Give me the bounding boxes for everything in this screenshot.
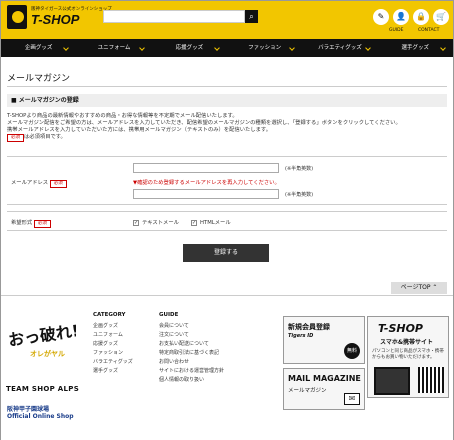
- member-banner-title: 新規会員登録: [288, 323, 330, 331]
- intro-line-3: 携帯メールアドレスを入力していただいた方には、携帯用メールマガジン（テキストのみ…: [7, 127, 271, 133]
- team-shop-alps-logo[interactable]: TEAM SHOP ALPS: [6, 385, 79, 393]
- submit-button[interactable]: 登録する: [183, 244, 269, 262]
- koshien-logo[interactable]: 阪神甲子園球場 Official Online Shop: [7, 406, 74, 420]
- format-required-badge: 必須: [33, 220, 51, 228]
- nav-item-kikaku[interactable]: 企画グッズ: [1, 39, 76, 57]
- email-confirm-note: (※半角英数): [285, 192, 314, 198]
- category-title: CATEGORY: [93, 312, 126, 318]
- footer-guide-item[interactable]: 注文について: [159, 331, 224, 340]
- format-label: 希望形式 必須: [11, 218, 51, 228]
- nav-item-variety[interactable]: バラエティグッズ: [302, 39, 377, 57]
- email-confirm-warning: ▼確認のため登録するメールアドレスを再入力してください。: [133, 180, 280, 186]
- required-note: 必須 は必須項目です。: [7, 134, 447, 142]
- nav-item-ouen[interactable]: 応援グッズ: [152, 39, 227, 57]
- footer-guide: GUIDE 会員について 注文について お支払い配送について 特定商取引法に基づ…: [159, 312, 224, 385]
- format-row: 希望形式 必須 ✓ テキストメール ✓ HTMLメール: [7, 211, 447, 231]
- slogan-logo: おっ破れ! オレがヤル: [6, 316, 80, 366]
- footer-category-item[interactable]: 企画グッズ: [93, 322, 133, 331]
- footer-category-item[interactable]: ファッション: [93, 349, 133, 358]
- search-input[interactable]: [103, 10, 245, 23]
- footer-guide-item[interactable]: 特定商取引法に基づく表記: [159, 349, 224, 358]
- intro-text: T-SHOPより商品の最新情報やおすすめの商品・お得な情報等を不定期でメール配信…: [7, 113, 447, 142]
- html-mail-label: HTMLメール: [200, 220, 231, 226]
- footer-guide-item[interactable]: お問い合わせ: [159, 358, 224, 367]
- envelope-icon: ✉: [344, 393, 360, 405]
- email-input[interactable]: [133, 163, 279, 173]
- nav-item-player[interactable]: 選手グッズ: [378, 39, 453, 57]
- slogan-logo-text: おっ破れ!: [7, 321, 76, 350]
- koshien-line-1: 阪神甲子園球場: [7, 406, 50, 413]
- site-footer: おっ破れ! オレがヤル TEAM SHOP ALPS 阪神甲子園球場 Offic…: [1, 295, 453, 440]
- slogan-logo-subtext: オレがヤル: [30, 349, 65, 358]
- contact-link[interactable]: CONTACT: [418, 28, 439, 33]
- footer-category-item[interactable]: 応援グッズ: [93, 340, 133, 349]
- free-badge: 無料: [344, 343, 360, 359]
- title-divider: [7, 86, 447, 87]
- email-label: メールアドレス 必須: [11, 178, 67, 188]
- intro-line-2: メールマガジン配信をご希望の方は、メールアドレスを入力していただき、配信希望のメ…: [7, 120, 401, 126]
- cart-icon[interactable]: 🛒: [433, 9, 449, 25]
- page-title: メールマガジン: [7, 74, 71, 84]
- koshien-line-2: Official Online Shop: [7, 413, 74, 420]
- email-label-text: メールアドレス: [11, 180, 49, 186]
- pencil-icon[interactable]: ✎: [373, 9, 389, 25]
- email-note: (※半角英数): [285, 166, 314, 172]
- text-mail-checkbox[interactable]: ✓: [133, 219, 139, 226]
- mobile-banner-title: T-SHOP: [378, 322, 423, 335]
- main-nav: 企画グッズ ユニフォーム 応援グッズ ファッション バラエティグッズ 選手グッズ: [1, 39, 453, 57]
- mail-magazine-banner[interactable]: MAIL MAGAZINE メールマガジン ✉: [283, 368, 365, 410]
- footer-category-item[interactable]: バラエティグッズ: [93, 358, 133, 367]
- nav-item-fashion[interactable]: ファッション: [227, 39, 302, 57]
- html-mail-checkbox[interactable]: ✓: [191, 219, 197, 226]
- section-title: ■ メールマガジンの登録: [7, 94, 447, 107]
- mobile-site-banner[interactable]: T-SHOP スマホ&携帯サイト パソコンと同じ商品がスマホ・携帯からもお買い物…: [367, 316, 449, 398]
- tigers-logo-icon[interactable]: [7, 5, 27, 29]
- slogan-logo-graphic: おっ破れ! オレがヤル: [7, 321, 80, 358]
- page-top-button[interactable]: ページTOP ⌃: [391, 282, 447, 294]
- format-option-text[interactable]: ✓ テキストメール: [133, 218, 179, 226]
- required-badge: 必須: [7, 134, 24, 142]
- nav-item-uniform[interactable]: ユニフォーム: [76, 39, 151, 57]
- format-label-text: 希望形式: [11, 220, 33, 226]
- footer-guide-item[interactable]: サイトにおける運営管理方針: [159, 367, 224, 376]
- footer-category-item[interactable]: 選手グッズ: [93, 367, 133, 376]
- mobile-banner-note: パソコンと同じ商品がスマホ・携帯からもお買い物いただけます。: [372, 349, 444, 360]
- site-header: 阪神タイガース公式オンラインショップ T-SHOP ⌕ ✎ 👤 🔒 🛒 GUID…: [1, 1, 453, 39]
- footer-category-item[interactable]: ユニフォーム: [93, 331, 133, 340]
- mail-banner-title: MAIL MAGAZINE: [288, 374, 361, 383]
- shop-logo-text[interactable]: T-SHOP: [31, 12, 79, 27]
- format-option-html[interactable]: ✓ HTMLメール: [191, 218, 231, 226]
- footer-category: CATEGORY 企画グッズ ユニフォーム 応援グッズ ファッション バラエティ…: [93, 312, 133, 376]
- email-row: メールアドレス 必須 (※半角英数) ▼確認のため登録するメールアドレスを再入力…: [7, 157, 447, 205]
- smartphone-icon: [374, 367, 410, 395]
- member-banner-sub: Tigers ID: [288, 333, 314, 339]
- guide-title: GUIDE: [159, 312, 179, 318]
- qr-code-icon: [418, 367, 444, 393]
- guide-link[interactable]: GUIDE: [389, 28, 403, 33]
- intro-line-1: T-SHOPより商品の最新情報やおすすめの商品・お得な情報等を不定期でメール配信…: [7, 113, 238, 119]
- email-required-badge: 必須: [49, 180, 67, 188]
- mail-banner-sub: メールマガジン: [288, 388, 327, 394]
- footer-guide-item[interactable]: お支払い配送について: [159, 340, 224, 349]
- text-mail-label: テキストメール: [142, 220, 179, 226]
- user-icon[interactable]: 👤: [393, 9, 409, 25]
- search-icon[interactable]: ⌕: [245, 10, 258, 23]
- footer-guide-item[interactable]: 会員について: [159, 322, 224, 331]
- lock-icon[interactable]: 🔒: [413, 9, 429, 25]
- footer-guide-item[interactable]: 個人情報の取り扱い: [159, 376, 224, 385]
- mobile-banner-sub: スマホ&携帯サイト: [380, 339, 434, 346]
- required-note-text: は必須項目です。: [24, 134, 66, 140]
- member-register-banner[interactable]: 新規会員登録 Tigers ID 無料: [283, 316, 365, 364]
- email-confirm-input[interactable]: [133, 189, 279, 199]
